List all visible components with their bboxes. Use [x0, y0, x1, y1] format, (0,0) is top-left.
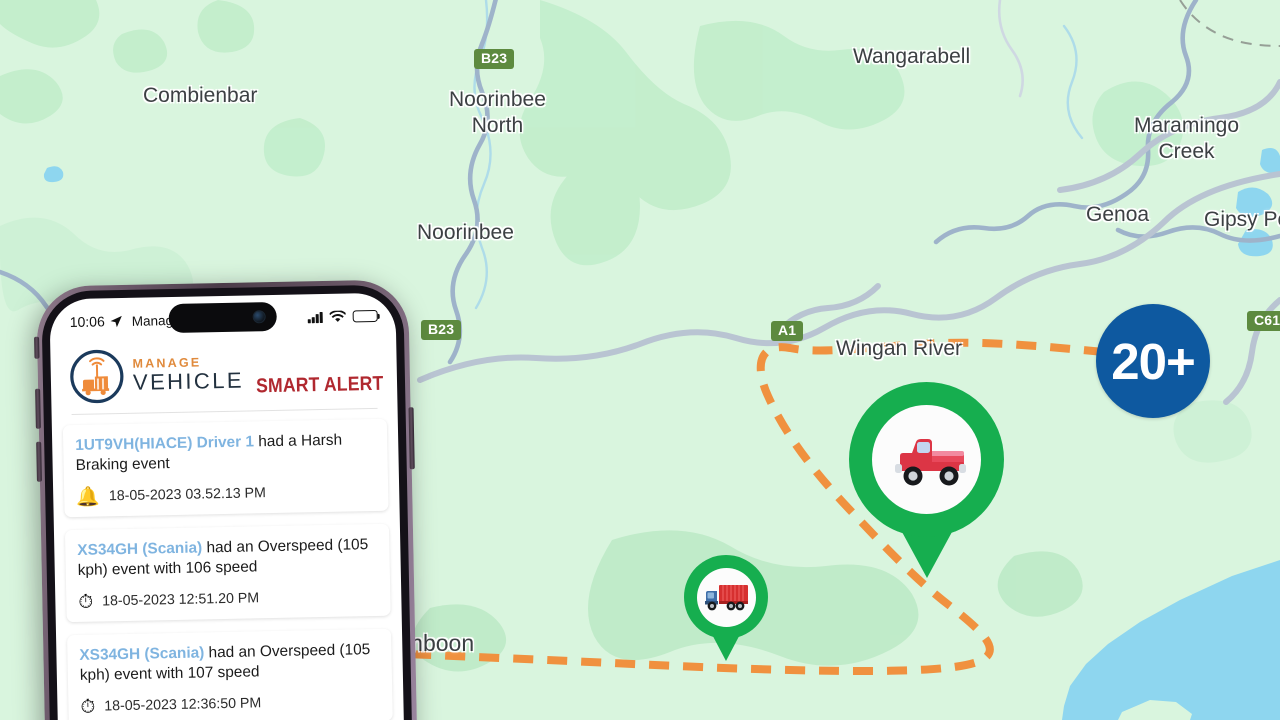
front-camera-icon: [252, 310, 266, 324]
pickup-truck-icon: [894, 438, 966, 485]
bell-icon: 🔔: [76, 486, 101, 508]
delivery-truck-pin[interactable]: [684, 555, 768, 661]
alert-meta: ⏱ 18-05-2023 12:51.20 PM: [78, 587, 378, 613]
delivery-truck-icon: [704, 585, 748, 611]
status-indicators: [307, 309, 378, 324]
app-brand-header: MANAGE VEHICLE SMART ALERT: [50, 333, 397, 406]
alert-card[interactable]: 1UT9VH(HIACE) Driver 1 had a Harsh Braki…: [62, 418, 389, 518]
brand-wordmark: MANAGE VEHICLE: [132, 355, 245, 396]
stopwatch-icon: ⏱: [78, 591, 94, 613]
brand-tagline: SMART ALERT: [255, 372, 384, 398]
status-bar: 10:06 Manage V: [49, 293, 396, 340]
road-shield-b23-north: B23: [474, 49, 515, 70]
alert-timestamp: 18-05-2023 12:51.20 PM: [102, 590, 260, 610]
battery-icon: [352, 309, 378, 323]
alert-meta: ⏱ 18-05-2023 12:36:50 PM: [80, 692, 380, 718]
alert-timestamp: 18-05-2023 03.52.13 PM: [108, 485, 267, 505]
cellular-signal-icon: [307, 311, 323, 324]
volume-up-button[interactable]: [35, 388, 41, 429]
alert-card[interactable]: XS34GH (Scania) had an Overspeed (105 kp…: [67, 628, 393, 720]
mute-switch[interactable]: [34, 336, 40, 359]
alert-subject: 1UT9VH(HIACE) Driver 1: [75, 433, 255, 454]
alert-list[interactable]: 1UT9VH(HIACE) Driver 1 had a Harsh Braki…: [52, 409, 404, 720]
stopwatch-icon: ⏱: [80, 696, 96, 718]
road-shield-c61: C61: [1247, 311, 1280, 332]
location-arrow-icon: [110, 315, 123, 328]
phone-screen[interactable]: 10:06 Manage V MANAGE VEHICLE SMART ALER…: [49, 292, 405, 720]
alert-timestamp: 18-05-2023 12:36:50 PM: [104, 695, 262, 715]
alert-message: XS34GH (Scania) had an Overspeed (105 kp…: [77, 535, 378, 582]
cluster-count-badge[interactable]: 20+: [1096, 304, 1210, 418]
manage-vehicle-logo-icon: [68, 348, 125, 405]
phone-mockup: 10:06 Manage V MANAGE VEHICLE SMART ALER…: [34, 279, 418, 720]
status-time: 10:06: [69, 313, 105, 331]
alert-card[interactable]: XS34GH (Scania) had an Overspeed (105 kp…: [64, 523, 391, 623]
wifi-icon: [329, 310, 346, 323]
volume-down-button[interactable]: [36, 441, 42, 482]
alert-subject: XS34GH (Scania): [77, 539, 203, 559]
brand-line-vehicle: VEHICLE: [132, 367, 245, 396]
road-shield-a1: A1: [771, 321, 804, 342]
alert-subject: XS34GH (Scania): [79, 644, 205, 664]
cluster-count-label: 20+: [1111, 332, 1196, 390]
alert-message: XS34GH (Scania) had an Overspeed (105 kp…: [79, 640, 380, 687]
pickup-truck-pin[interactable]: [849, 382, 1004, 578]
screenshot-root: Combienbar Noorinbee North Noorinbee Wang…: [0, 0, 1280, 720]
road-shield-b23-south: B23: [421, 320, 462, 341]
dynamic-island: [168, 301, 277, 334]
alert-message: 1UT9VH(HIACE) Driver 1 had a Harsh Braki…: [75, 430, 376, 477]
alert-meta: 🔔 18-05-2023 03.52.13 PM: [76, 482, 376, 508]
